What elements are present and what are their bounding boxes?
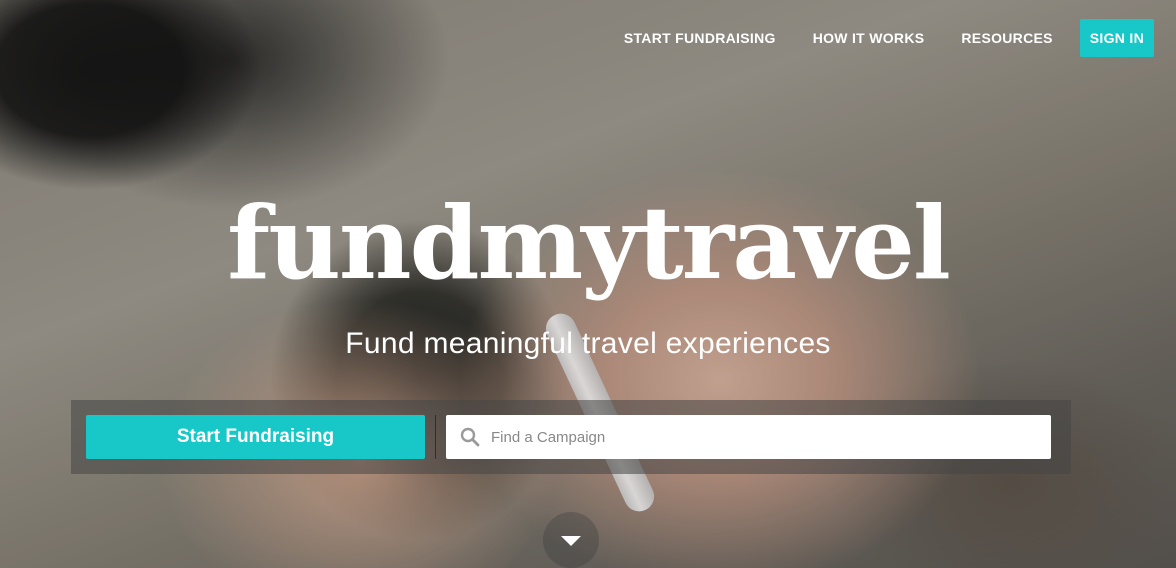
- campaign-search-input[interactable]: [491, 417, 1051, 457]
- nav-how-it-works[interactable]: HOW IT WORKS: [813, 30, 925, 46]
- hero-tagline: Fund meaningful travel experiences: [345, 327, 831, 360]
- scroll-down-button[interactable]: [543, 512, 599, 568]
- action-divider: [435, 415, 436, 459]
- search-icon: [460, 427, 480, 447]
- sign-in-button[interactable]: SIGN IN: [1079, 19, 1154, 57]
- chevron-down-icon: [561, 536, 581, 546]
- campaign-search-box[interactable]: [446, 415, 1051, 459]
- nav-start-fundraising[interactable]: START FUNDRAISING: [624, 30, 776, 46]
- top-nav: START FUNDRAISING HOW IT WORKS RESOURCES…: [587, 19, 1154, 57]
- site-logo: fundmytravel: [227, 184, 951, 302]
- start-fundraising-button[interactable]: Start Fundraising: [86, 415, 425, 459]
- hero-action-bar: Start Fundraising: [71, 400, 1071, 474]
- nav-resources[interactable]: RESOURCES: [961, 30, 1052, 46]
